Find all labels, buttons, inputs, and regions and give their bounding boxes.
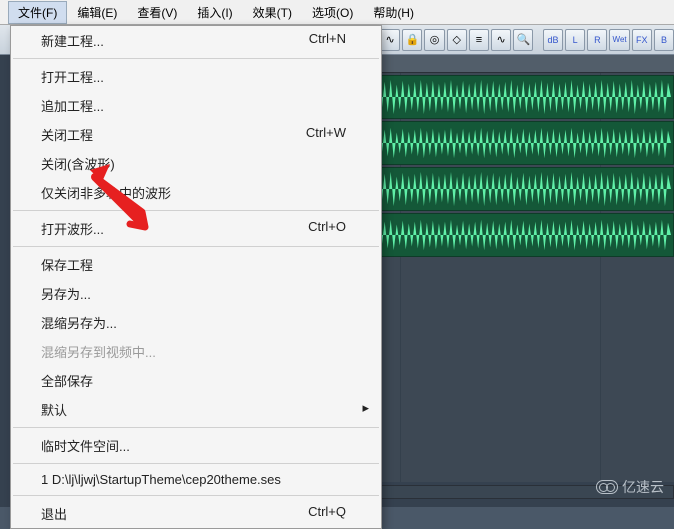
wave2-icon[interactable]: ∿ xyxy=(491,29,511,51)
menu-save-all[interactable]: 全部保存 xyxy=(11,366,381,395)
menu-default[interactable]: 默认 xyxy=(11,395,381,424)
menu-save-project[interactable]: 保存工程 xyxy=(11,250,381,279)
l-icon[interactable]: L xyxy=(565,29,585,51)
watermark-logo-icon xyxy=(596,480,618,494)
menu-append-project[interactable]: 追加工程... xyxy=(11,91,381,120)
menu-temp-space[interactable]: 临时文件空间... xyxy=(11,431,381,460)
menu-close-with-wave[interactable]: 关闭(含波形) xyxy=(11,149,381,178)
menu-save-as[interactable]: 另存为... xyxy=(11,279,381,308)
watermark: 亿速云 xyxy=(596,477,664,497)
menu-options[interactable]: 选项(O) xyxy=(302,1,363,24)
zoom-icon[interactable]: 🔍 xyxy=(513,29,533,51)
lock-icon[interactable]: 🔒 xyxy=(402,29,422,51)
diamond-icon[interactable]: ◇ xyxy=(447,29,467,51)
r-icon[interactable]: R xyxy=(587,29,607,51)
menu-close-project[interactable]: 关闭工程Ctrl+W xyxy=(11,120,381,149)
menu-mixdown-save-as[interactable]: 混缩另存为... xyxy=(11,308,381,337)
db-icon[interactable]: dB xyxy=(543,29,563,51)
align-icon[interactable]: ≡ xyxy=(469,29,489,51)
menu-view[interactable]: 查看(V) xyxy=(127,1,187,24)
menu-effects[interactable]: 效果(T) xyxy=(243,1,302,24)
wave-icon[interactable]: ∿ xyxy=(380,29,400,51)
menu-recent-1[interactable]: 1 D:\lj\ljwj\StartupTheme\cep20theme.ses xyxy=(11,467,381,492)
menubar: 文件(F) 编辑(E) 查看(V) 插入(I) 效果(T) 选项(O) 帮助(H… xyxy=(0,0,674,25)
file-menu-dropdown: 新建工程...Ctrl+N 打开工程... 追加工程... 关闭工程Ctrl+W… xyxy=(10,25,382,529)
menu-mixdown-video: 混缩另存到视频中... xyxy=(11,337,381,366)
menu-edit[interactable]: 编辑(E) xyxy=(67,1,127,24)
menu-exit[interactable]: 退出Ctrl+Q xyxy=(11,499,381,528)
watermark-text: 亿速云 xyxy=(622,477,664,497)
menu-insert[interactable]: 插入(I) xyxy=(187,1,242,24)
wet-icon[interactable]: Wet xyxy=(609,29,629,51)
menu-help[interactable]: 帮助(H) xyxy=(363,1,424,24)
menu-new-project[interactable]: 新建工程...Ctrl+N xyxy=(11,26,381,55)
menu-file[interactable]: 文件(F) xyxy=(8,1,67,24)
menu-open-project[interactable]: 打开工程... xyxy=(11,62,381,91)
menu-close-nonmultitrack[interactable]: 仅关闭非多轨中的波形 xyxy=(11,178,381,207)
menu-open-waveform[interactable]: 打开波形...Ctrl+O xyxy=(11,214,381,243)
target-icon[interactable]: ◎ xyxy=(424,29,444,51)
fx-icon[interactable]: FX xyxy=(632,29,652,51)
b-icon[interactable]: B xyxy=(654,29,674,51)
